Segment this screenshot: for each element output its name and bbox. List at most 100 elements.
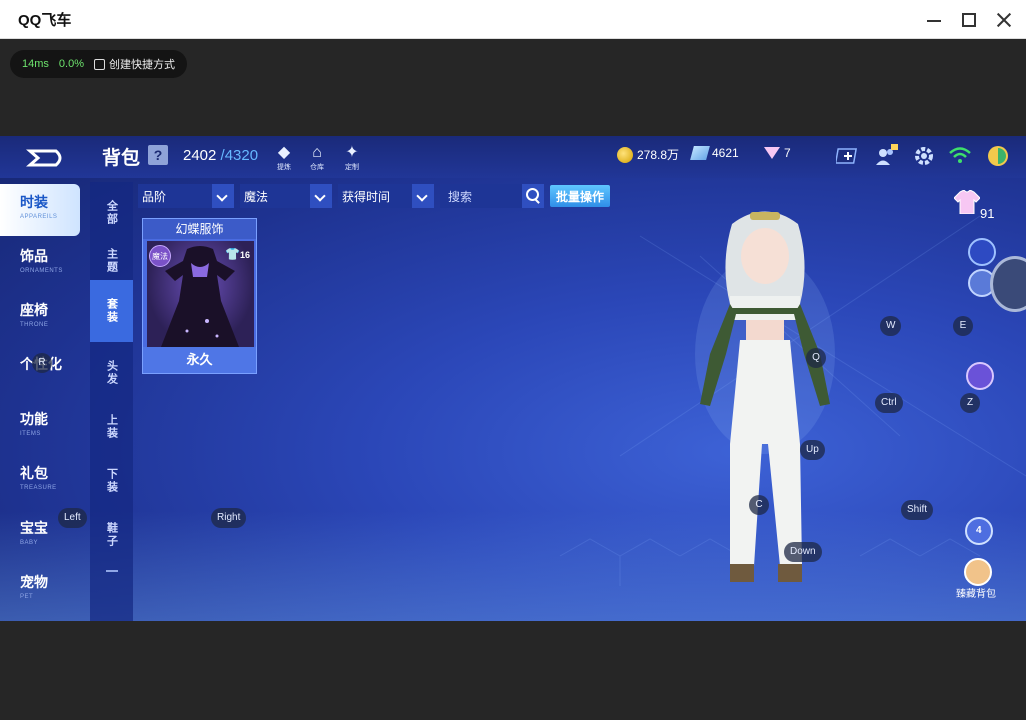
- outfit-count-button[interactable]: 91: [953, 189, 998, 224]
- nav-label: 时装: [20, 194, 48, 210]
- subnav-label: 套装: [105, 298, 118, 324]
- wifi-icon: [949, 147, 971, 163]
- nav-sublabel: APPAREILS: [20, 214, 58, 220]
- collection-bag-label[interactable]: 臻藏背包: [956, 585, 996, 600]
- bag-max-count: /4320: [220, 147, 259, 164]
- friends-icon[interactable]: [874, 144, 898, 168]
- bag-capacity: 2402 /4320: [183, 147, 258, 164]
- batch-operation-button[interactable]: 批量操作: [550, 185, 611, 207]
- key-hint-r: R: [32, 353, 52, 373]
- close-icon[interactable]: [996, 12, 1012, 28]
- outfit-count-value: 91: [980, 206, 995, 221]
- gem-value: 4621: [712, 146, 739, 160]
- ping-value: 14ms: [22, 58, 49, 70]
- item-duration: 永久: [143, 347, 256, 373]
- item-level-badge: 👕16: [225, 247, 250, 261]
- nav-item-throne[interactable]: 座椅 THRONE: [0, 292, 80, 344]
- wardrobe-shirt-icon: [953, 189, 981, 215]
- diamond-balance: 7: [764, 146, 791, 160]
- customize-button[interactable]: ✦ 定制: [340, 144, 364, 172]
- key-hint-e: E: [953, 316, 973, 336]
- car-icon[interactable]: [968, 238, 996, 266]
- customize-label: 定制: [345, 164, 359, 171]
- nav-item-items[interactable]: 功能 ITEMS: [0, 401, 80, 453]
- window-title: QQ飞车: [18, 11, 72, 29]
- subnav-more-indicator: [106, 570, 118, 572]
- subnav-bottom[interactable]: 下装: [90, 450, 133, 512]
- create-shortcut-button[interactable]: 创建快捷方式: [93, 56, 175, 72]
- character-avatar[interactable]: [680, 204, 850, 614]
- bag-used-count: 2402: [183, 147, 217, 164]
- diamond-value: 7: [784, 146, 791, 160]
- nav-item-ornaments[interactable]: 饰品 ORNAMENTS: [0, 238, 80, 290]
- gem-icon: [690, 146, 710, 160]
- page-title: 背包: [102, 148, 141, 169]
- gem-balance: 4621: [690, 146, 739, 160]
- nav-label: 礼包: [20, 465, 48, 481]
- key-hint-c: C: [749, 495, 769, 515]
- key-hint-right: Right: [211, 508, 247, 528]
- subnav-label: 上装: [105, 414, 118, 440]
- subnav-top[interactable]: 上装: [90, 396, 133, 458]
- chevron-down-icon: [412, 184, 434, 208]
- outfit-preset-count: 4: [976, 525, 982, 536]
- subnav-label: 全部: [105, 200, 118, 226]
- magic-badge: 魔法: [149, 245, 171, 267]
- type-dropdown[interactable]: 魔法: [240, 184, 332, 208]
- nav-item-pet[interactable]: 宠物 PET: [0, 564, 80, 616]
- collection-bag-icon[interactable]: [964, 558, 992, 586]
- subcategory-nav: 全部 主题 套装 头发 上装 下装 鞋子: [90, 182, 133, 621]
- customize-icon: ✦: [345, 144, 359, 161]
- item-level: 16: [239, 250, 250, 260]
- subnav-suit[interactable]: 套装: [90, 280, 133, 342]
- search-icon[interactable]: [522, 184, 544, 208]
- warehouse-icon: ⌂: [312, 144, 322, 161]
- game-viewport: 背包 ? 2402 /4320 ◆ 提炼 ⌂ 仓库 ✦ 定制 278.8万 46…: [0, 136, 1026, 621]
- inventory-item-card[interactable]: 幻蝶服饰 魔法 👕16 永久: [142, 218, 257, 374]
- game-top-bar: 背包 ? 2402 /4320 ◆ 提炼 ⌂ 仓库 ✦ 定制 278.8万 46…: [0, 136, 1026, 178]
- subnav-label: 鞋子: [105, 522, 118, 548]
- avatar-icon[interactable]: [986, 144, 1010, 168]
- item-thumbnail: 魔法 👕16: [147, 241, 254, 347]
- shortcut-icon: [93, 58, 105, 70]
- nav-label: 功能: [20, 411, 48, 427]
- settings-gear-icon[interactable]: [912, 144, 936, 168]
- sort-dropdown-value: 获得时间: [342, 189, 391, 204]
- game-logo-icon: [26, 149, 62, 167]
- nav-sublabel: PET: [20, 594, 34, 600]
- filter-bar: 品阶 魔法 获得时间 搜索 批量操作: [138, 184, 611, 208]
- quality-dropdown[interactable]: 品阶: [138, 184, 234, 208]
- type-dropdown-value: 魔法: [244, 189, 269, 204]
- refine-button[interactable]: ◆ 提炼: [272, 144, 296, 172]
- maximize-icon[interactable]: [962, 12, 976, 27]
- coin-balance: 278.8万: [617, 146, 679, 163]
- warehouse-button[interactable]: ⌂ 仓库: [305, 144, 329, 172]
- key-hint-down: Down: [784, 542, 822, 562]
- coin-value: 278.8万: [637, 148, 680, 162]
- subnav-shoes[interactable]: 鞋子: [90, 504, 133, 566]
- nav-label: 饰品: [20, 248, 48, 264]
- effect-icon[interactable]: [966, 362, 994, 390]
- nav-sublabel: TREASURE: [20, 485, 57, 491]
- nav-sublabel: ITEMS: [20, 431, 41, 437]
- nav-item-apparel[interactable]: 时装 APPAREILS: [0, 184, 80, 236]
- subnav-hair[interactable]: 头发: [90, 342, 133, 404]
- key-hint-up: Up: [800, 440, 825, 460]
- add-icon[interactable]: [836, 144, 860, 168]
- help-button[interactable]: ?: [148, 145, 168, 165]
- coin-icon: [617, 146, 633, 163]
- key-hint-z: Z: [960, 393, 980, 413]
- sort-dropdown[interactable]: 获得时间: [338, 184, 434, 208]
- background-lines: [559, 215, 1026, 586]
- nav-sublabel: ORNAMENTS: [20, 268, 63, 274]
- nav-label: 宠物: [20, 574, 48, 590]
- nav-item-treasure[interactable]: 礼包 TREASURE: [0, 455, 80, 507]
- search-input[interactable]: 搜索: [440, 184, 522, 208]
- shirt-icon: 👕: [225, 247, 240, 261]
- nav-label: 座椅: [20, 302, 48, 318]
- subnav-label: 主题: [105, 248, 118, 274]
- minimize-icon[interactable]: [926, 12, 942, 28]
- chevron-down-icon: [310, 184, 332, 208]
- subnav-label: 下装: [105, 468, 118, 494]
- outfit-preset-button[interactable]: 4: [965, 517, 993, 545]
